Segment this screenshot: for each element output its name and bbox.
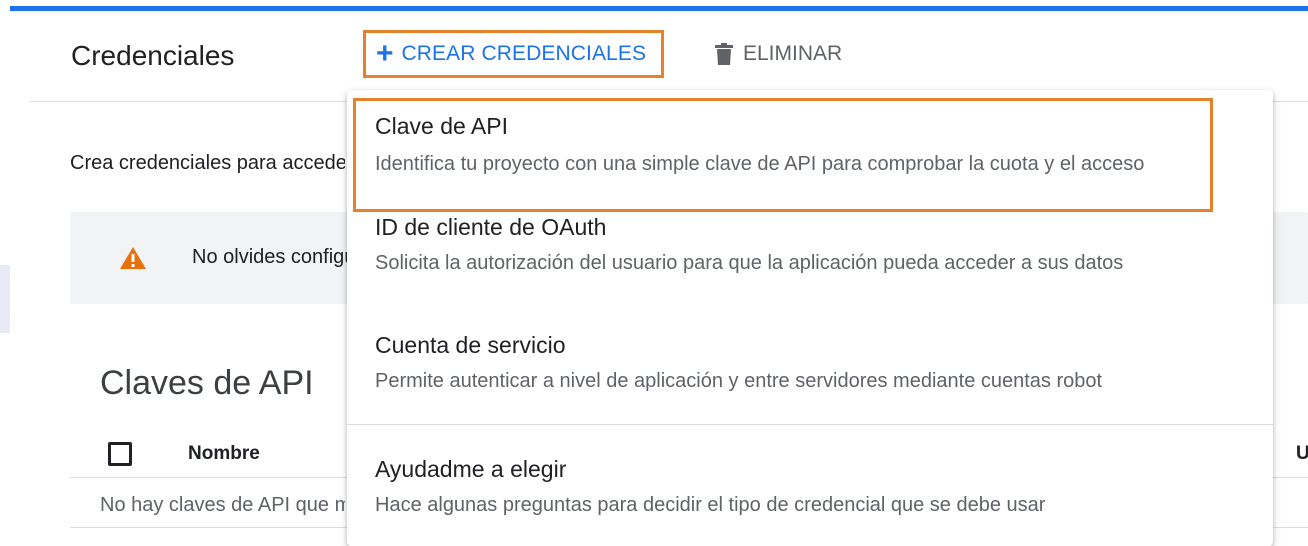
- empty-state-text: No hay claves de API que mostrar: [100, 494, 345, 516]
- warning-icon: [120, 247, 146, 269]
- page-header: Credenciales + CREAR CREDENCIALES ELIMIN…: [30, 14, 1308, 102]
- menu-item-oauth-client[interactable]: ID de cliente de OAuth Solicita la autor…: [347, 214, 1273, 314]
- warning-text: No olvides configurar: [192, 246, 347, 268]
- menu-item-title: ID de cliente de OAuth: [375, 214, 607, 240]
- menu-item-title: Ayudadme a elegir: [375, 456, 567, 482]
- left-nav-accent: [0, 265, 10, 333]
- delete-button[interactable]: ELIMINAR: [715, 42, 842, 66]
- credentials-description: Crea credenciales para acceder a tus API…: [70, 152, 345, 174]
- plus-icon: +: [376, 37, 394, 70]
- menu-item-help-me-choose[interactable]: Ayudadme a elegir Hace algunas preguntas…: [347, 452, 1273, 522]
- column-header-u[interactable]: U: [1296, 443, 1308, 465]
- delete-label: ELIMINAR: [743, 42, 843, 65]
- menu-item-subtitle: Identifica tu proyecto con una simple cl…: [375, 153, 1145, 175]
- create-credentials-button[interactable]: + CREAR CREDENCIALES: [363, 30, 664, 78]
- create-credentials-menu: Clave de API Identifica tu proyecto con …: [347, 90, 1273, 546]
- menu-item-subtitle: Solicita la autorización del usuario par…: [375, 252, 1124, 274]
- create-credentials-label: CREAR CREDENCIALES: [401, 42, 647, 65]
- menu-item-title: Clave de API: [375, 113, 508, 139]
- menu-divider: [347, 424, 1273, 425]
- menu-item-subtitle: Permite autenticar a nivel de aplicación…: [375, 370, 1103, 392]
- blue-accent-line: [10, 6, 1308, 11]
- page-title: Credenciales: [71, 40, 235, 71]
- menu-item-service-account[interactable]: Cuenta de servicio Permite autenticar a …: [347, 328, 1273, 398]
- menu-item-title: Cuenta de servicio: [375, 332, 566, 358]
- column-header-name[interactable]: Nombre: [188, 443, 260, 465]
- select-all-checkbox[interactable]: [108, 442, 132, 466]
- trash-icon: [715, 43, 733, 65]
- menu-item-api-key[interactable]: Clave de API Identifica tu proyecto con …: [353, 98, 1213, 212]
- top-accent-bar: [0, 0, 1308, 14]
- api-keys-section-title: Claves de API: [100, 364, 314, 402]
- menu-item-subtitle: Hace algunas preguntas para decidir el t…: [375, 494, 1046, 516]
